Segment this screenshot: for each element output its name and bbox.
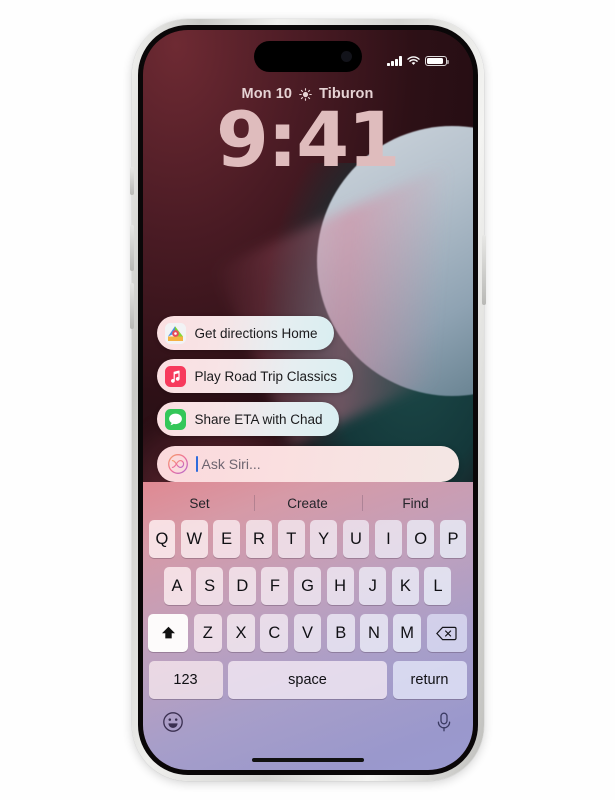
siri-suggestion-directions[interactable]: Get directions Home (156, 316, 334, 350)
return-key[interactable]: return (392, 661, 467, 699)
maps-app-icon (164, 322, 186, 344)
numbers-key[interactable]: 123 (148, 661, 223, 699)
page-background: Mon 10 Tiburon 9:41 Get directions Home … (0, 0, 615, 800)
key-s[interactable]: S (196, 567, 224, 605)
siri-suggestion-label: Play Road Trip Classics (194, 368, 338, 384)
device-screen: Mon 10 Tiburon 9:41 Get directions Home … (142, 30, 473, 770)
lock-screen-time: 9:41 (215, 95, 401, 184)
messages-app-icon (164, 408, 186, 430)
text-cursor (195, 456, 198, 472)
key-e[interactable]: E (213, 520, 241, 558)
keyboard-bottom-bar (146, 699, 470, 749)
emoji-icon[interactable] (162, 711, 184, 738)
siri-icon (167, 453, 189, 475)
microphone-icon[interactable] (434, 711, 454, 738)
key-c[interactable]: C (260, 614, 289, 652)
battery-icon (424, 55, 449, 67)
siri-suggestions-area: Get directions Home Play Road Trip Class… (143, 316, 473, 482)
keyboard-row-3: Z X C V B N M (146, 614, 470, 652)
ask-siri-placeholder: Ask Siri... (201, 456, 261, 472)
key-v[interactable]: V (293, 614, 322, 652)
music-app-icon (164, 365, 186, 387)
keyboard-row-2: A S D F G H J K L (146, 567, 470, 605)
siri-suggestion-label: Share ETA with Chad (194, 411, 323, 427)
lock-screen-clock-area: Mon 10 Tiburon 9:41 (143, 86, 473, 184)
predictive-text-bar: Set Create Find (146, 486, 470, 520)
key-l[interactable]: L (424, 567, 452, 605)
ask-siri-input[interactable]: Ask Siri... (156, 446, 459, 482)
key-d[interactable]: D (228, 567, 256, 605)
key-u[interactable]: U (342, 520, 370, 558)
key-q[interactable]: Q (148, 520, 176, 558)
key-f[interactable]: F (261, 567, 289, 605)
key-n[interactable]: N (360, 614, 388, 652)
status-bar-right (387, 55, 449, 67)
prediction-find[interactable]: Find (362, 496, 470, 511)
volume-down-button[interactable] (129, 283, 134, 329)
siri-suggestion-messages[interactable]: Share ETA with Chad (156, 402, 339, 436)
key-h[interactable]: H (326, 567, 354, 605)
onscreen-keyboard: Set Create Find Q W E R T Y U I O P A S … (142, 482, 473, 770)
shift-icon[interactable] (148, 614, 189, 652)
side-power-button[interactable] (481, 235, 486, 305)
key-m[interactable]: M (393, 614, 422, 652)
key-j[interactable]: J (359, 567, 387, 605)
device-bezel: Mon 10 Tiburon 9:41 Get directions Home … (137, 25, 478, 775)
key-p[interactable]: P (439, 520, 467, 558)
key-t[interactable]: T (277, 520, 305, 558)
key-x[interactable]: X (227, 614, 255, 652)
key-i[interactable]: I (374, 520, 402, 558)
siri-suggestion-label: Get directions Home (194, 325, 318, 341)
key-a[interactable]: A (163, 567, 191, 605)
key-y[interactable]: Y (310, 520, 338, 558)
action-button[interactable] (129, 167, 134, 195)
prediction-set[interactable]: Set (146, 496, 254, 511)
volume-up-button[interactable] (129, 225, 134, 271)
key-o[interactable]: O (407, 520, 435, 558)
space-key[interactable]: space (228, 661, 387, 699)
delete-backward-icon[interactable] (426, 614, 467, 652)
key-b[interactable]: B (326, 614, 355, 652)
iphone-device-frame: Mon 10 Tiburon 9:41 Get directions Home … (129, 19, 486, 781)
key-g[interactable]: G (293, 567, 322, 605)
key-r[interactable]: R (245, 520, 273, 558)
keyboard-row-1: Q W E R T Y U I O P (146, 520, 470, 558)
wifi-icon (406, 56, 420, 66)
siri-suggestion-music[interactable]: Play Road Trip Classics (156, 359, 354, 393)
home-indicator[interactable] (251, 757, 364, 762)
cellular-signal-icon (387, 56, 402, 66)
keyboard-row-4: 123 space return (146, 661, 470, 699)
key-k[interactable]: K (391, 567, 419, 605)
key-w[interactable]: W (180, 520, 208, 558)
prediction-create[interactable]: Create (254, 496, 362, 511)
dynamic-island (253, 41, 362, 72)
key-z[interactable]: Z (193, 614, 222, 652)
